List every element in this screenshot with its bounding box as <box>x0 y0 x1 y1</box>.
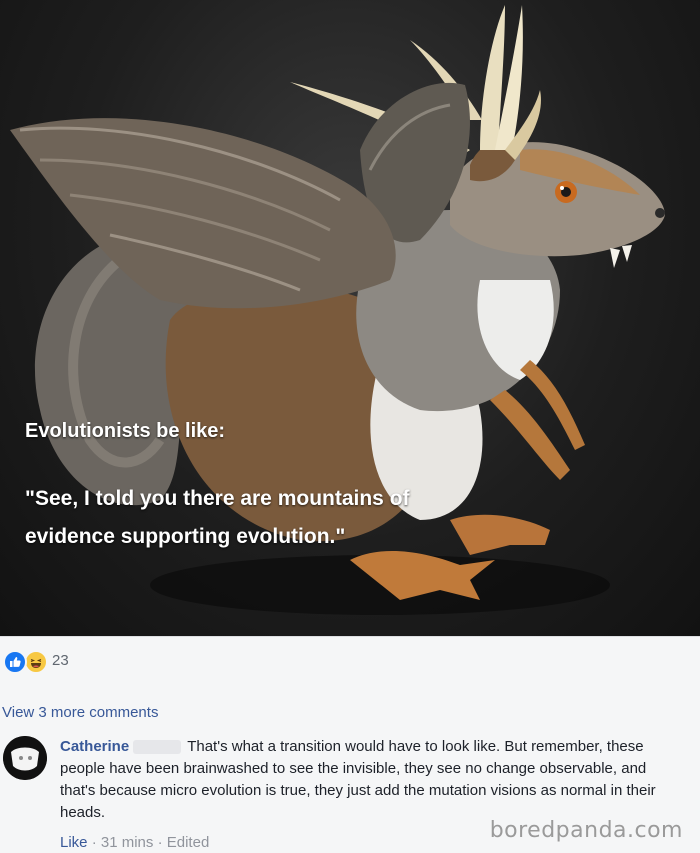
comment-meta: Like · 31 mins · Edited <box>60 834 209 851</box>
meta-separator: · <box>91 834 101 851</box>
comment-like-button[interactable]: Like <box>60 834 88 851</box>
reactions-bar[interactable]: 23 <box>0 636 700 688</box>
reaction-count[interactable]: 23 <box>52 652 69 669</box>
redacted-name <box>133 740 182 755</box>
commenter-avatar[interactable] <box>3 736 47 780</box>
like-reaction-icon <box>3 650 27 674</box>
comment: Catherine That's what a transition would … <box>60 736 682 824</box>
comment-edited-label[interactable]: Edited <box>167 834 210 851</box>
comments-section: View 3 more comments Catherine That's wha… <box>0 687 700 853</box>
meme-image: Evolutionists be like: "See, I told you … <box>0 0 700 636</box>
comment-author-link[interactable]: Catherine <box>60 738 129 755</box>
boredpanda-watermark: boredpanda.com <box>489 818 683 843</box>
meta-separator: · <box>157 834 167 851</box>
meme-caption-title: Evolutionists be like: <box>25 420 226 442</box>
meme-caption-quote: "See, I told you there are mountains of … <box>25 487 410 548</box>
view-more-comments-link[interactable]: View 3 more comments <box>2 704 158 721</box>
comment-timestamp[interactable]: 31 mins <box>101 834 154 851</box>
haha-reaction-icon <box>24 650 48 674</box>
